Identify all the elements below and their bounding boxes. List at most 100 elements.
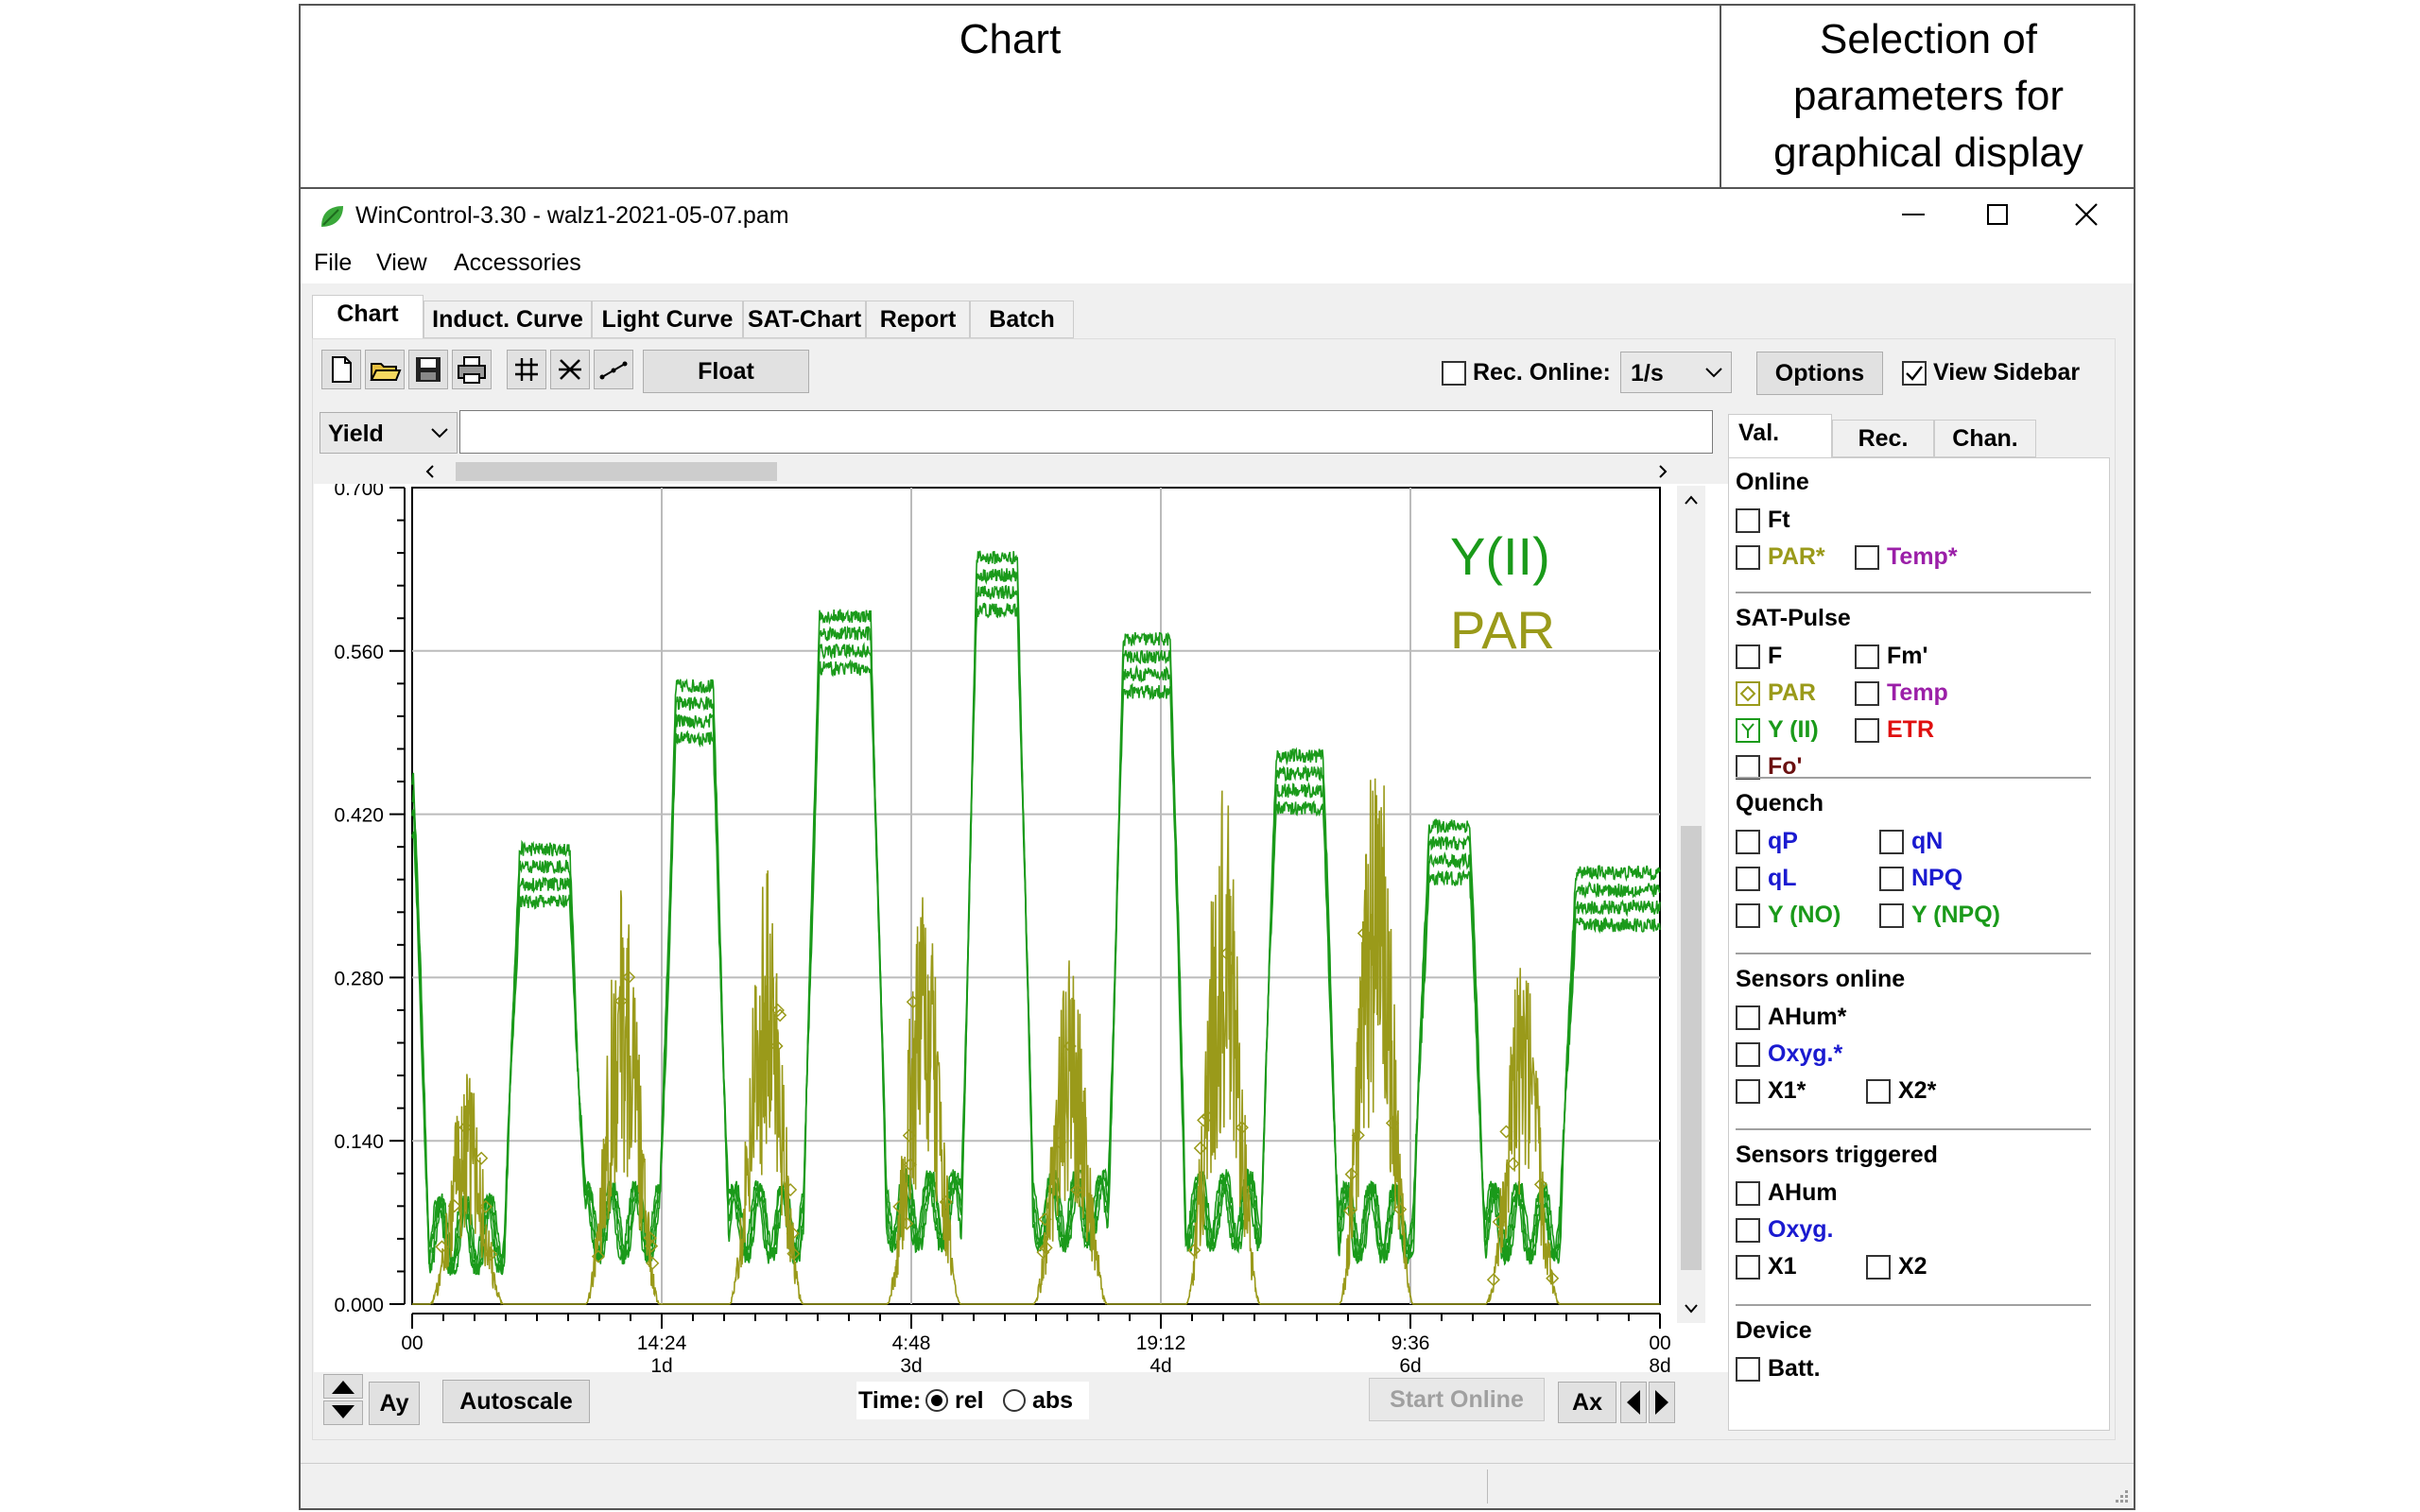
sidebar-checkbox-etr[interactable] xyxy=(1855,718,1879,743)
new-file-icon xyxy=(332,356,352,383)
tab-sat-chart[interactable]: SAT-Chart xyxy=(743,301,866,338)
parameter-select-value: Yield xyxy=(328,421,384,447)
autoscale-button[interactable]: Autoscale xyxy=(442,1380,590,1423)
sidebar-checkbox-y-ii[interactable] xyxy=(1736,718,1760,743)
sidebar-checkbox-oxyg[interactable] xyxy=(1736,1218,1760,1243)
sidebar-checkbox-x1[interactable] xyxy=(1736,1255,1760,1280)
sidebar-checkbox-temp[interactable] xyxy=(1855,545,1879,570)
sidebar-checkbox-ft[interactable] xyxy=(1736,508,1760,533)
sidebar-item-label: Oxyg.* xyxy=(1768,1040,1843,1067)
close-icon[interactable] xyxy=(2074,202,2099,227)
checkmark-icon xyxy=(1906,366,1923,381)
annotation-params: Selection of parameters for graphical di… xyxy=(1773,16,2083,176)
tab-chart[interactable]: Chart xyxy=(312,295,424,338)
tab-batch[interactable]: Batch xyxy=(970,301,1074,338)
sidebar-section-title: Quench xyxy=(1736,790,1824,816)
sidebar-item-label: qP xyxy=(1768,828,1798,854)
rec-interval-select[interactable]: 1/s xyxy=(1620,352,1732,393)
y-scale-up-button[interactable] xyxy=(323,1374,363,1399)
sidebar-item-label: Temp xyxy=(1887,679,1948,706)
horizontal-scroll-thumb[interactable] xyxy=(456,462,777,481)
maximize-icon[interactable] xyxy=(1987,204,2008,225)
scroll-down-icon[interactable] xyxy=(1683,1302,1700,1315)
grid-icon xyxy=(515,358,538,381)
y-tick-label: 0.280 xyxy=(334,968,384,989)
menu-file[interactable]: File xyxy=(314,249,352,277)
new-file-button[interactable] xyxy=(321,350,361,389)
sidebar-checkbox-y-npq[interactable] xyxy=(1879,903,1904,928)
resize-grip-icon[interactable] xyxy=(2109,1484,2130,1504)
x-scroll-left-button[interactable] xyxy=(1620,1382,1647,1423)
sidebar-checkbox-qn[interactable] xyxy=(1879,830,1904,854)
horizontal-scrollbar[interactable] xyxy=(418,459,1675,484)
sidebar-checkbox-ahum[interactable] xyxy=(1736,1005,1760,1030)
chart-title-field[interactable] xyxy=(459,410,1713,454)
save-button[interactable] xyxy=(408,350,448,389)
sidebar-section-title: SAT-Pulse xyxy=(1736,605,1851,631)
y-tick-label: 0.420 xyxy=(334,805,384,827)
legend-par-label: PAR xyxy=(1450,600,1555,660)
x-tick-day-label: 4d xyxy=(1150,1355,1171,1372)
sidebar-checkbox-ql[interactable] xyxy=(1736,867,1760,891)
start-online-button[interactable]: Start Online xyxy=(1369,1378,1545,1421)
sidebar-checkbox-oxyg[interactable] xyxy=(1736,1042,1760,1067)
ay-button[interactable]: Ay xyxy=(369,1382,420,1425)
vertical-scroll-thumb[interactable] xyxy=(1681,826,1702,1270)
sidebar-checkbox-par[interactable] xyxy=(1736,681,1760,706)
scroll-up-icon[interactable] xyxy=(1683,493,1700,507)
sidebar-checkbox-batt[interactable] xyxy=(1736,1357,1760,1382)
grid-button[interactable] xyxy=(507,350,546,389)
sidebar-checkbox-qp[interactable] xyxy=(1736,830,1760,854)
radio-rel[interactable] xyxy=(925,1388,949,1413)
save-disk-icon xyxy=(416,357,441,382)
parameter-select[interactable]: Yield xyxy=(320,412,458,454)
open-file-button[interactable] xyxy=(365,350,405,389)
sidebar-item-label: AHum* xyxy=(1768,1004,1847,1030)
y-scale-down-button[interactable] xyxy=(323,1400,363,1425)
tab-induct-curve[interactable]: Induct. Curve xyxy=(424,301,592,338)
page: Chart Selection of parameters for graphi… xyxy=(0,0,2420,1512)
triangle-left-icon xyxy=(1627,1390,1640,1415)
menu-view[interactable]: View xyxy=(376,249,427,277)
chevron-down-icon xyxy=(431,428,448,438)
minimize-icon[interactable] xyxy=(1902,214,1925,215)
scroll-left-icon[interactable] xyxy=(422,463,439,480)
sidebar-checkbox-x1[interactable] xyxy=(1736,1079,1760,1104)
sidebar-checkbox-x2[interactable] xyxy=(1866,1079,1891,1104)
ax-button[interactable]: Ax xyxy=(1558,1382,1616,1423)
sidebar-checkbox-npq[interactable] xyxy=(1879,867,1904,891)
vertical-scrollbar[interactable] xyxy=(1677,486,1705,1323)
app-leaf-icon xyxy=(321,206,343,227)
rec-online-checkbox[interactable] xyxy=(1442,361,1466,386)
sidebar-checkbox-f[interactable] xyxy=(1736,644,1760,669)
annotation-chart: Chart xyxy=(959,16,1062,62)
tab-report[interactable]: Report xyxy=(866,301,970,338)
view-sidebar-checkbox[interactable] xyxy=(1902,361,1927,386)
y-tick-label: 0.700 xyxy=(334,484,384,500)
x-scroll-right-button[interactable] xyxy=(1649,1382,1675,1423)
sidebar-checkbox-x2[interactable] xyxy=(1866,1255,1891,1280)
title-bar: WinControl-3.30 - walz1-2021-05-07.pam xyxy=(301,189,2134,242)
sidebar-item-label: PAR xyxy=(1768,679,1816,706)
sidebar-checkbox-temp[interactable] xyxy=(1855,681,1879,706)
line-button[interactable] xyxy=(594,350,633,389)
status-bar-divider xyxy=(1487,1469,1488,1503)
radio-abs[interactable] xyxy=(1002,1388,1027,1413)
sidebar-checkbox-par[interactable] xyxy=(1736,545,1760,570)
app-window: WinControl-3.30 - walz1-2021-05-07.pam F… xyxy=(299,187,2135,1510)
chevron-down-icon xyxy=(1705,368,1722,378)
print-button[interactable] xyxy=(452,350,492,389)
cursor-button[interactable] xyxy=(550,350,590,389)
sidebar-checkbox-ahum[interactable] xyxy=(1736,1181,1760,1206)
float-button[interactable]: Float xyxy=(643,350,809,393)
sidebar-item-label: Ft xyxy=(1768,507,1790,533)
sidebar-item-label: F xyxy=(1768,643,1783,669)
yield-chart[interactable]: 0.700 0.560 0.420 0.280 0.140 0.000 00 14:241d 4… xyxy=(314,484,1732,1372)
sidebar-checkbox-y-no[interactable] xyxy=(1736,903,1760,928)
options-button[interactable]: Options xyxy=(1756,352,1883,395)
tab-light-curve[interactable]: Light Curve xyxy=(592,301,743,338)
scroll-right-icon[interactable] xyxy=(1654,463,1671,480)
menu-accessories[interactable]: Accessories xyxy=(454,249,581,277)
sidebar-checkbox-fm[interactable] xyxy=(1855,644,1879,669)
triangle-down-icon xyxy=(332,1405,354,1418)
